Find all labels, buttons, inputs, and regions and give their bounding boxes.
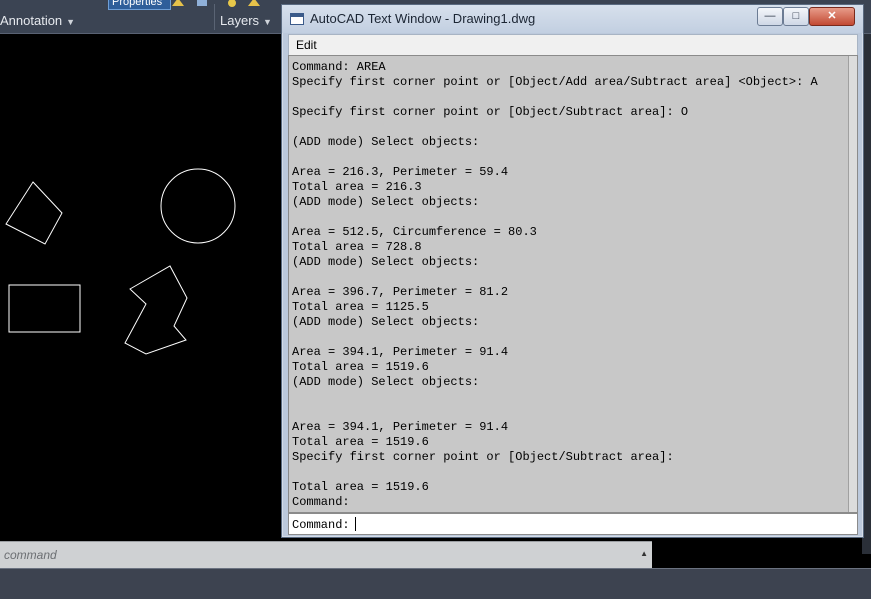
- history-line: Total area = 1519.6: [292, 360, 429, 374]
- history-line: [292, 120, 832, 135]
- history-line: (ADD mode) Select objects:: [292, 255, 480, 269]
- history-line: [292, 90, 832, 105]
- menu-bar: Edit: [288, 34, 858, 56]
- history-line: Area = 394.1, Perimeter = 91.4: [292, 345, 509, 359]
- text-window-title: AutoCAD Text Window - Drawing1.dwg: [310, 11, 536, 26]
- irregular-polygon-shape: [124, 265, 188, 355]
- command-history[interactable]: Command: AREA Specify first corner point …: [288, 55, 858, 513]
- history-line: Total area = 1125.5: [292, 300, 429, 314]
- command-line[interactable]: command ▲: [0, 541, 652, 568]
- text-cursor: [355, 517, 356, 531]
- match-properties-icon[interactable]: [172, 0, 186, 8]
- command-input-line[interactable]: Command:: [288, 513, 858, 535]
- minimize-icon[interactable]: —: [757, 7, 783, 26]
- vertical-scrollbar[interactable]: [848, 56, 857, 512]
- history-line: [292, 210, 832, 225]
- history-line: Area = 396.7, Perimeter = 81.2: [292, 285, 509, 299]
- sun-icon[interactable]: [226, 0, 240, 8]
- drawing-geometry: [5, 168, 236, 355]
- history-line: Total area = 1519.6: [292, 435, 429, 449]
- status-bar: [0, 568, 871, 599]
- text-window: AutoCAD Text Window - Drawing1.dwg — □ ✕…: [281, 4, 864, 538]
- text-window-titlebar[interactable]: AutoCAD Text Window - Drawing1.dwg — □ ✕: [282, 5, 863, 33]
- rectangle-shape: [8, 284, 81, 333]
- history-line: Specify first corner point or [Object/Ad…: [292, 75, 818, 89]
- expand-up-icon[interactable]: ▲: [640, 549, 648, 558]
- ribbon-separator: [214, 4, 215, 30]
- history-line: [292, 405, 832, 420]
- history-line: (ADD mode) Select objects:: [292, 195, 480, 209]
- caret-down-icon: ▼: [66, 17, 76, 27]
- maximize-icon[interactable]: □: [783, 7, 809, 26]
- command-input-placeholder[interactable]: command: [4, 548, 57, 562]
- history-line: Area = 394.1, Perimeter = 91.4: [292, 420, 509, 434]
- history-line: Command: AREA: [292, 60, 386, 74]
- history-line: [292, 270, 832, 285]
- history-line: Specify first corner point or [Object/Su…: [292, 105, 689, 119]
- history-line: Area = 512.5, Circumference = 80.3: [292, 225, 537, 239]
- toolbar-icon[interactable]: [248, 0, 262, 8]
- history-line: [292, 330, 832, 345]
- rotated-square-shape: [5, 181, 63, 245]
- annotation-panel-title[interactable]: Annotation ▼: [0, 13, 75, 28]
- command-history-lines: Command: AREA Specify first corner point …: [292, 60, 832, 510]
- command-prompt-label: Command:: [292, 518, 357, 532]
- history-line: [292, 465, 832, 480]
- history-line: [292, 150, 832, 165]
- app-icon[interactable]: [290, 13, 304, 25]
- history-line: Command:: [292, 495, 350, 509]
- menu-item-edit[interactable]: Edit: [296, 38, 317, 52]
- history-line: Area = 216.3, Perimeter = 59.4: [292, 165, 509, 179]
- history-line: (ADD mode) Select objects:: [292, 375, 480, 389]
- close-icon[interactable]: ✕: [809, 7, 855, 26]
- history-line: Total area = 728.8: [292, 240, 422, 254]
- history-line: (ADD mode) Select objects:: [292, 315, 480, 329]
- drawing-canvas[interactable]: [0, 58, 300, 540]
- toolbar-icon[interactable]: [196, 0, 210, 8]
- history-line: (ADD mode) Select objects:: [292, 135, 480, 149]
- layers-panel-title[interactable]: Layers ▼: [220, 13, 272, 28]
- history-line: Total area = 216.3: [292, 180, 422, 194]
- history-line: Specify first corner point or [Object/Su…: [292, 450, 674, 464]
- properties-button[interactable]: Properties: [108, 0, 171, 10]
- layers-label: Layers: [220, 13, 260, 28]
- annotation-label: Annotation: [0, 13, 63, 28]
- caret-down-icon: ▼: [263, 17, 272, 27]
- history-line: [292, 390, 832, 405]
- history-line: Total area = 1519.6: [292, 480, 429, 494]
- circle-shape: [160, 168, 236, 244]
